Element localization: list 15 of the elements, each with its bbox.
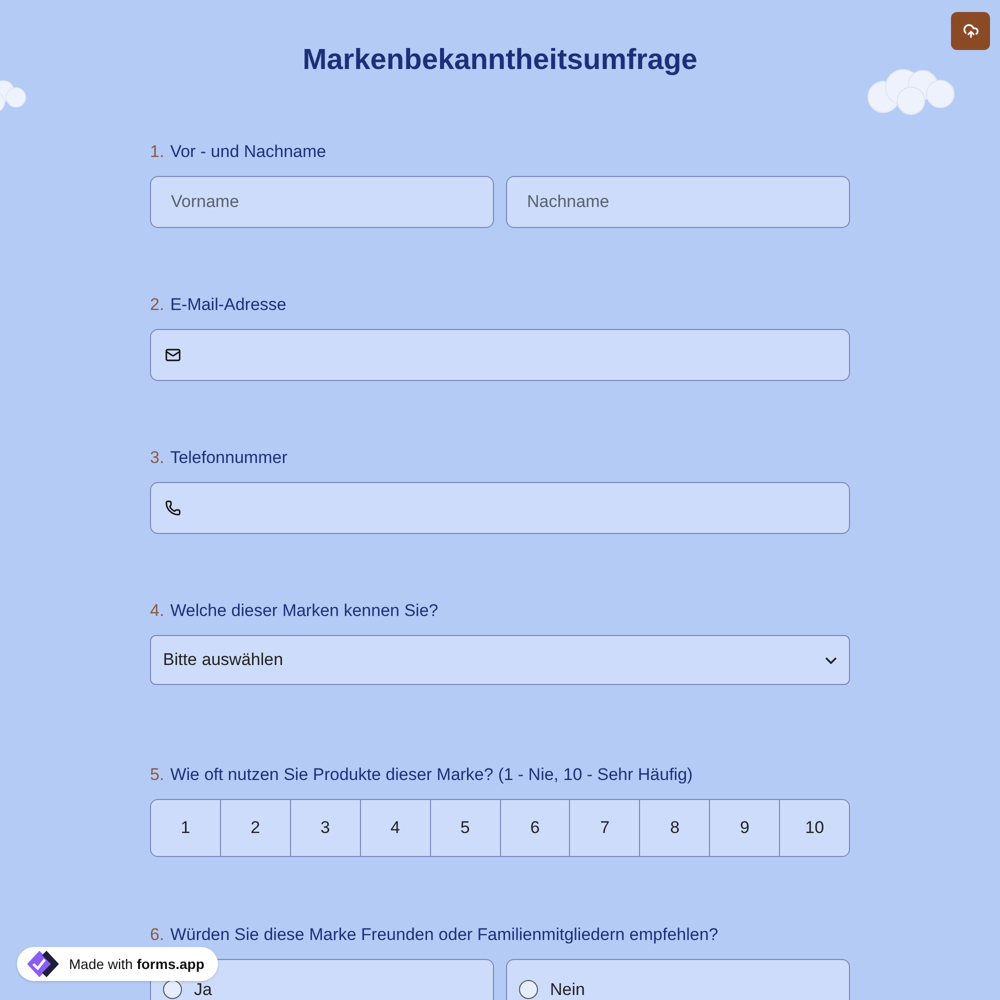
question-number: 6. [150,924,164,946]
question-label: Würden Sie diese Marke Freunden oder Familienmitgliedern empfehlen? [170,924,718,946]
question-number: 3. [150,447,164,469]
question-label: Telefonnummer [170,447,288,469]
question-number: 1. [150,141,164,163]
question-label: Welche dieser Marken kennen Sie? [170,600,438,622]
option-label: Ja [194,980,212,1000]
question-number: 4. [150,600,164,622]
question-number: 5. [150,764,164,786]
question-number: 2. [150,294,164,316]
form-title: Markenbekanntheitsumfrage [302,43,698,78]
option-label: Nein [550,980,585,1000]
question-label: E-Mail-Adresse [170,294,286,316]
question-label: Vor - und Nachname [170,141,326,163]
question-label: Wie oft nutzen Sie Produkte dieser Marke? (1 - Nie, 10 - Sehr Häufig) [170,764,693,786]
